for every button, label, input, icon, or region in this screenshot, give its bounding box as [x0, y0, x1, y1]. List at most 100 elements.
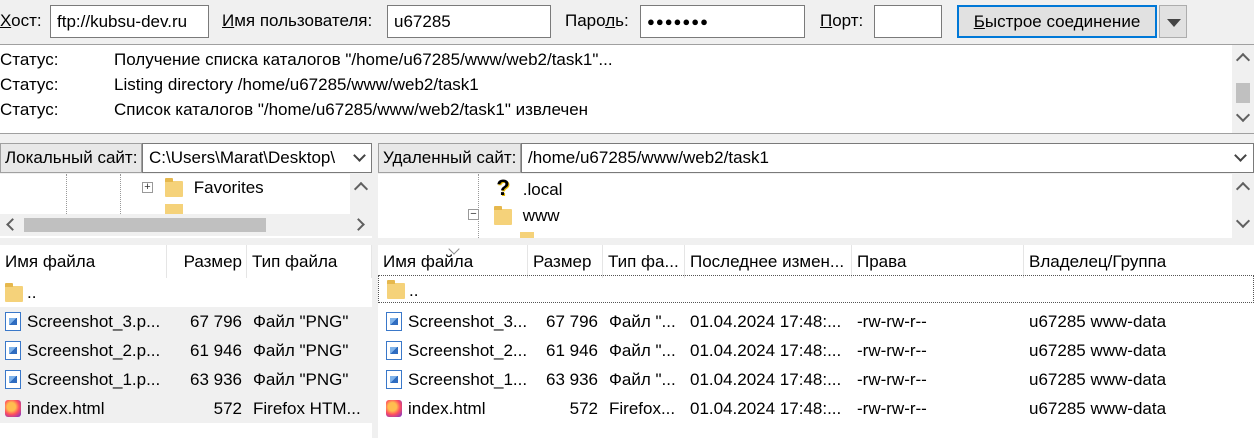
folder-icon: [520, 232, 534, 238]
firefox-html-icon: [5, 400, 21, 417]
table-row[interactable]: Screenshot_3.p... 67 796 Файл "PNG": [0, 307, 372, 336]
table-row[interactable]: Screenshot_1... 63 936 Файл "... 01.04.2…: [378, 365, 1254, 394]
file-size: 572: [213, 399, 242, 418]
file-type: Файл "...: [609, 312, 676, 331]
file-modified: 01.04.2024 17:48:...: [690, 399, 842, 418]
tree-item-label: www: [522, 206, 560, 225]
password-input[interactable]: ●●●●●●●: [640, 5, 805, 38]
quickconnect-history-dropdown[interactable]: [1159, 5, 1187, 38]
scroll-down-icon[interactable]: [1235, 107, 1251, 123]
column-header-type[interactable]: Тип файла: [247, 245, 372, 278]
log-status: Статус:: [0, 75, 59, 94]
table-row[interactable]: Screenshot_3... 67 796 Файл "... 01.04.2…: [378, 307, 1254, 336]
remote-site-label: Удаленный сайт:: [378, 143, 522, 173]
file-modified: 01.04.2024 17:48:...: [690, 370, 842, 389]
table-row[interactable]: index.html 572 Firefox... 01.04.2024 17:…: [378, 394, 1254, 423]
column-header-modified[interactable]: Последнее измен...: [685, 245, 852, 278]
table-row[interactable]: index.html 572 Firefox HTM...: [0, 394, 372, 423]
file-owner: u67285 www-data: [1029, 312, 1167, 331]
local-site-bar: Локальный сайт: C:\Users\Marat\Desktop\: [0, 140, 372, 174]
file-name: Screenshot_1.p...: [27, 370, 161, 389]
png-file-icon: [386, 312, 402, 331]
table-row[interactable]: ..: [378, 275, 1254, 303]
remote-file-list: Имя файла Размер Тип фа... Последнее изм…: [378, 245, 1254, 438]
local-tree-hscroll[interactable]: [0, 214, 372, 236]
local-path-combo[interactable]: C:\Users\Marat\Desktop\: [142, 143, 372, 173]
png-file-icon: [386, 341, 402, 360]
tree-guide: [120, 174, 121, 214]
username-input[interactable]: u67285: [387, 5, 551, 38]
file-owner: u67285 www-data: [1029, 370, 1167, 389]
file-modified: 01.04.2024 17:48:...: [690, 312, 842, 331]
log-scrollbar[interactable]: [1232, 45, 1254, 133]
file-type: Firefox HTM...: [253, 399, 361, 418]
tree-item-local[interactable]: ? .local: [494, 174, 562, 202]
file-name: index.html: [408, 399, 486, 418]
message-log: Статус: Получение списка каталогов "/hom…: [0, 44, 1254, 134]
png-file-icon: [5, 341, 21, 360]
remote-tree: ? .local − www: [378, 174, 1254, 238]
folder-icon: [494, 205, 512, 225]
table-row[interactable]: ..: [0, 278, 372, 307]
table-row[interactable]: Screenshot_2... 61 946 Файл "... 01.04.2…: [378, 336, 1254, 365]
file-type: Файл "...: [609, 370, 676, 389]
scroll-up-icon[interactable]: [353, 181, 369, 197]
folder-icon: [387, 280, 405, 299]
file-name: Screenshot_3.p...: [27, 312, 161, 331]
table-row[interactable]: Screenshot_2.p... 61 946 Файл "PNG": [0, 336, 372, 365]
question-icon: ?: [496, 175, 510, 200]
log-status: Статус:: [0, 100, 59, 119]
log-text: Listing directory /home/u67285/www/web2/…: [114, 75, 479, 94]
host-label: Хост:: [0, 11, 42, 30]
file-name: Screenshot_3...: [408, 312, 528, 331]
file-name: Screenshot_2...: [408, 341, 528, 360]
folder-icon: [165, 204, 183, 214]
file-size: 61 946: [546, 341, 598, 360]
scroll-right-icon[interactable]: [352, 218, 365, 231]
column-header-size[interactable]: Размер: [167, 245, 247, 278]
file-owner: u67285 www-data: [1029, 399, 1167, 418]
remote-tree-vscroll[interactable]: [1232, 174, 1254, 238]
tree-item-label: Favorites: [193, 178, 264, 197]
column-header-type[interactable]: Тип фа...: [603, 245, 685, 278]
file-size: 63 936: [546, 370, 598, 389]
scroll-thumb[interactable]: [24, 218, 266, 232]
file-name: ..: [409, 281, 419, 300]
file-size: 67 796: [546, 312, 598, 331]
local-site-label: Локальный сайт:: [0, 143, 143, 173]
column-header-size[interactable]: Размер: [528, 245, 603, 278]
expand-plus-icon[interactable]: +: [142, 182, 153, 193]
tree-item-favorites[interactable]: Favorites: [165, 174, 264, 202]
table-row[interactable]: Screenshot_1.p... 63 936 Файл "PNG": [0, 365, 372, 394]
scroll-up-icon[interactable]: [1235, 52, 1251, 68]
port-input[interactable]: [874, 5, 942, 38]
local-tree-vscroll[interactable]: [350, 174, 372, 214]
file-type: Файл "PNG": [253, 341, 349, 360]
scroll-thumb[interactable]: [1236, 83, 1250, 103]
file-size: 67 796: [190, 312, 242, 331]
local-tree: + Favorites: [0, 174, 372, 238]
local-file-list: Имя файла Размер Тип файла .. Screenshot…: [0, 245, 372, 438]
column-header-name[interactable]: Имя файла: [0, 245, 167, 278]
column-header-permissions[interactable]: Права: [852, 245, 1024, 278]
firefox-html-icon: [386, 400, 402, 417]
png-file-icon: [386, 370, 402, 389]
host-input[interactable]: ftp://kubsu-dev.ru: [50, 5, 209, 38]
scroll-left-icon[interactable]: [6, 218, 19, 231]
log-text: Получение списка каталогов "/home/u67285…: [114, 50, 613, 69]
file-size: 572: [569, 399, 598, 418]
tree-guide: [66, 174, 67, 214]
scroll-up-icon[interactable]: [1235, 181, 1251, 197]
collapse-minus-icon[interactable]: −: [468, 209, 479, 220]
tree-item-www[interactable]: www: [494, 202, 560, 230]
column-header-owner[interactable]: Владелец/Группа: [1024, 245, 1254, 278]
quickconnect-button[interactable]: Быстрое соединение: [957, 5, 1157, 38]
tree-item-label: .local: [522, 180, 563, 199]
remote-path-combo[interactable]: /home/u67285/www/web2/task1: [521, 143, 1254, 173]
file-owner: u67285 www-data: [1029, 341, 1167, 360]
scroll-down-icon[interactable]: [1235, 213, 1251, 229]
tree-guide: [478, 174, 479, 238]
file-name: Screenshot_2.p...: [27, 341, 161, 360]
file-name: index.html: [27, 399, 105, 418]
file-type: Файл "PNG": [253, 370, 349, 389]
